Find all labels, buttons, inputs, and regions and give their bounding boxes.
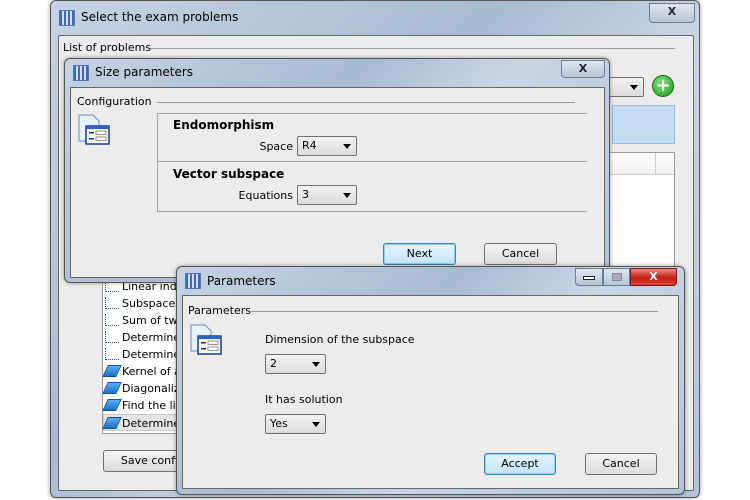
divider [157,102,575,103]
vector-icon [105,297,119,309]
equations-combo[interactable]: 3 [297,185,357,205]
list-item[interactable]: Determine [105,329,180,346]
list-item[interactable]: Kernel of a [102,363,181,380]
section-label: Parameters [188,304,251,317]
vector-icon [105,314,119,326]
divider [251,311,658,312]
list-item[interactable]: Determine [105,346,180,363]
close-button[interactable]: X [561,60,605,78]
next-button[interactable]: Next [383,243,456,265]
dialog-title: Size parameters [95,65,194,79]
app-icon [185,273,201,289]
close-button[interactable]: X [649,3,695,23]
dialog-title: Parameters [207,274,276,288]
dimension-label: Dimension of the subspace [265,333,415,346]
dimension-combo[interactable]: 2 [265,354,326,374]
equations-label: Equations [238,189,293,202]
column-divider[interactable] [655,153,656,175]
app-icon [59,10,75,26]
list-item[interactable]: Sum of two [105,312,184,329]
cancel-button[interactable]: Cancel [585,453,657,475]
list-item[interactable]: Find the lin [102,397,183,414]
add-icon[interactable]: + [652,75,674,97]
parameters-dialog: Parameters X Parameters Dimension of the… [176,266,685,495]
parallelogram-icon [102,417,122,429]
list-item[interactable]: Diagonaliza [102,380,186,397]
solution-label: It has solution [265,393,343,406]
parallelogram-icon [102,382,122,394]
window-title: Select the exam problems [81,10,239,24]
vector-subspace-group: Vector subspace Equations 3 [157,161,587,212]
vector-icon [105,331,119,343]
size-parameters-dialog: Size parameters X Configuration Endomorp… [64,58,610,283]
space-combo[interactable]: R4 [297,136,357,156]
selected-band [612,105,675,144]
divider [151,48,675,49]
maximize-button[interactable] [603,268,630,286]
dialog-panel: Configuration Endomorphism Space R4 Vect… [70,87,605,278]
group-title: Vector subspace [173,167,285,181]
list-item[interactable]: Subspace s [105,295,184,312]
close-button[interactable]: X [630,268,677,286]
endomorphism-group: Endomorphism Space R4 [157,113,587,162]
list-item[interactable]: Determine [102,414,181,431]
solution-combo[interactable]: Yes [265,414,326,434]
space-label: Space [259,140,293,153]
dialog-panel: Parameters Dimension of the subspace 2 I… [182,295,679,489]
accept-button[interactable]: Accept [484,453,556,475]
form-document-icon [78,114,110,145]
form-document-icon [190,324,222,355]
app-icon [73,65,89,81]
parallelogram-icon [102,399,122,411]
minimize-button[interactable] [575,268,603,286]
parallelogram-icon [102,365,122,377]
section-label: Configuration [77,95,152,108]
group-title: Endomorphism [173,118,275,132]
section-label: List of problems [63,41,152,54]
cancel-button[interactable]: Cancel [484,243,557,265]
vector-icon [105,348,119,360]
